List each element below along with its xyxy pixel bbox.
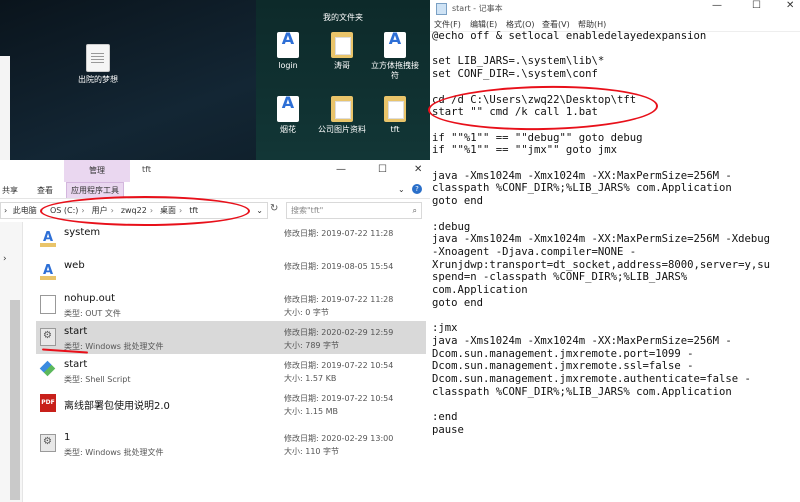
desktop-icon-fireworks[interactable]: 烟花 [262,96,314,135]
desktop-icon-label: 立方体拖拽接符 [371,61,419,80]
manage-context-tab[interactable]: 管理 [64,160,130,182]
window-title: tft [142,165,151,174]
folder-icon [384,96,406,122]
pdf-icon: PDF [40,394,56,412]
chrome-icon [384,32,406,58]
file-name: 1 [64,432,71,443]
file-icon [40,295,56,314]
maximize-icon[interactable]: ☐ [752,0,761,11]
file-date: 修改日期: 2019-07-22 11:28 [284,295,394,304]
desktop-icon-label: tft [390,125,400,134]
chevron-right-icon: › [4,206,8,215]
minimize-icon[interactable]: — [712,0,722,11]
ribbon-tabs: 共享 查看 应用程序工具 ⌄ ? [0,182,430,199]
shell-script-icon [40,361,56,379]
folder-icon [331,32,353,58]
file-size: 大小: 789 字节 [284,341,340,350]
file-date: 修改日期: 2020-02-29 12:59 [284,328,394,337]
desktop-icon-company-pics[interactable]: 公司图片资料 [314,96,370,135]
file-name: start [64,326,88,337]
chrome-icon [40,229,56,247]
file-date: 修改日期: 2019-08-05 15:54 [284,262,394,271]
notepad-titlebar: start - 记事本 — ☐ ✕ [430,0,800,16]
search-placeholder: 搜索"tft" [291,206,324,215]
red-circle-annotation [40,196,250,226]
chrome-icon [40,262,56,280]
desktop-icon-login[interactable]: login [262,32,314,71]
file-date: 修改日期: 2019-07-22 10:54 [284,361,394,370]
help-icon[interactable]: ? [412,184,422,194]
desktop-icon-cube[interactable]: 立方体拖拽接符 [369,32,421,81]
desktop-icon-tft[interactable]: tft [369,96,421,135]
refresh-icon[interactable]: ↻ [270,203,278,214]
menu-edit[interactable]: 编辑(E) [470,19,497,30]
document-icon [86,44,110,72]
menu-view[interactable]: 查看(V) [542,19,570,30]
tab-share[interactable]: 共享 [2,185,18,196]
desktop-icon-label: 公司图片资料 [318,125,366,134]
file-name: web [64,260,85,271]
batch-file-icon [40,328,56,346]
minimize-icon[interactable]: — [336,164,346,175]
chrome-icon [277,32,299,58]
close-icon[interactable]: ✕ [786,0,794,11]
file-size: 大小: 1.57 KB [284,374,337,383]
file-row-1-bat[interactable]: 1 类型: Windows 批处理文件 修改日期: 2020-02-29 13:… [36,427,426,460]
file-row-start-sh[interactable]: start 类型: Shell Script 修改日期: 2019-07-22 … [36,354,426,387]
search-input[interactable]: 搜索"tft" ⌕ [286,202,422,219]
notepad-app-icon [436,3,447,15]
file-type: 类型: Shell Script [64,375,131,384]
file-size: 大小: 1.15 MB [284,407,338,416]
tab-view[interactable]: 查看 [37,185,53,196]
search-icon: ⌕ [412,206,417,215]
window-edge [0,56,10,160]
file-date: 修改日期: 2019-07-22 10:54 [284,394,394,403]
nav-scrollbar[interactable] [10,300,20,500]
desktop-icon-taoge[interactable]: 涛哥 [316,32,368,71]
chevron-down-icon[interactable]: ⌄ [256,203,263,218]
maximize-icon[interactable]: ☐ [378,164,387,175]
file-date: 修改日期: 2020-02-29 13:00 [284,434,394,443]
menu-file[interactable]: 文件(F) [434,19,461,30]
file-name: 离线部署包使用说明2.0 [64,401,170,412]
file-row-web[interactable]: web 修改日期: 2019-08-05 15:54 [36,255,426,288]
file-name: start [64,359,88,370]
file-row-system[interactable]: system 修改日期: 2019-07-22 11:28 [36,222,426,255]
file-date: 修改日期: 2019-07-22 11:28 [284,229,394,238]
file-name: system [64,227,101,238]
folder-panel-title: 我的文件夹 [323,13,363,22]
file-list: system 修改日期: 2019-07-22 11:28 web 修改日期: … [36,222,430,502]
file-type: 类型: OUT 文件 [64,309,121,318]
file-row-start-bat[interactable]: start 类型: Windows 批处理文件 修改日期: 2020-02-29… [36,321,426,354]
desktop-icon-label: 涛哥 [334,61,350,70]
file-row-pdf[interactable]: PDF 离线部署包使用说明2.0 修改日期: 2019-07-22 10:54 … [36,387,426,420]
explorer-titlebar: 管理 tft — ☐ ✕ [0,160,430,182]
ribbon-expand-icon[interactable]: ⌄ [398,185,405,194]
batch-file-icon [40,434,56,452]
breadcrumb-this-pc[interactable]: 此电脑 [13,206,37,215]
desktop-icon-dream[interactable]: 出院的梦想 [72,44,124,85]
file-size: 大小: 110 字节 [284,447,340,456]
notepad-title: start - 记事本 [452,4,503,13]
menu-format[interactable]: 格式(O) [506,19,535,30]
notepad-window: start - 记事本 — ☐ ✕ 文件(F) 编辑(E) 格式(O) 查看(V… [430,0,800,502]
desktop-icon-label: 出院的梦想 [78,75,118,84]
chrome-icon [277,96,299,122]
menu-help[interactable]: 帮助(H) [578,19,606,30]
desktop-icon-label: 烟花 [280,125,296,134]
chevron-right-icon[interactable]: › [3,254,7,264]
folder-icon [331,96,353,122]
file-row-nohup[interactable]: nohup.out 类型: OUT 文件 修改日期: 2019-07-22 11… [36,288,426,321]
desktop-icon-label: login [278,61,298,70]
close-icon[interactable]: ✕ [414,164,422,175]
file-name: nohup.out [64,293,116,304]
file-size: 大小: 0 字节 [284,308,329,317]
file-type: 类型: Windows 批处理文件 [64,448,164,457]
